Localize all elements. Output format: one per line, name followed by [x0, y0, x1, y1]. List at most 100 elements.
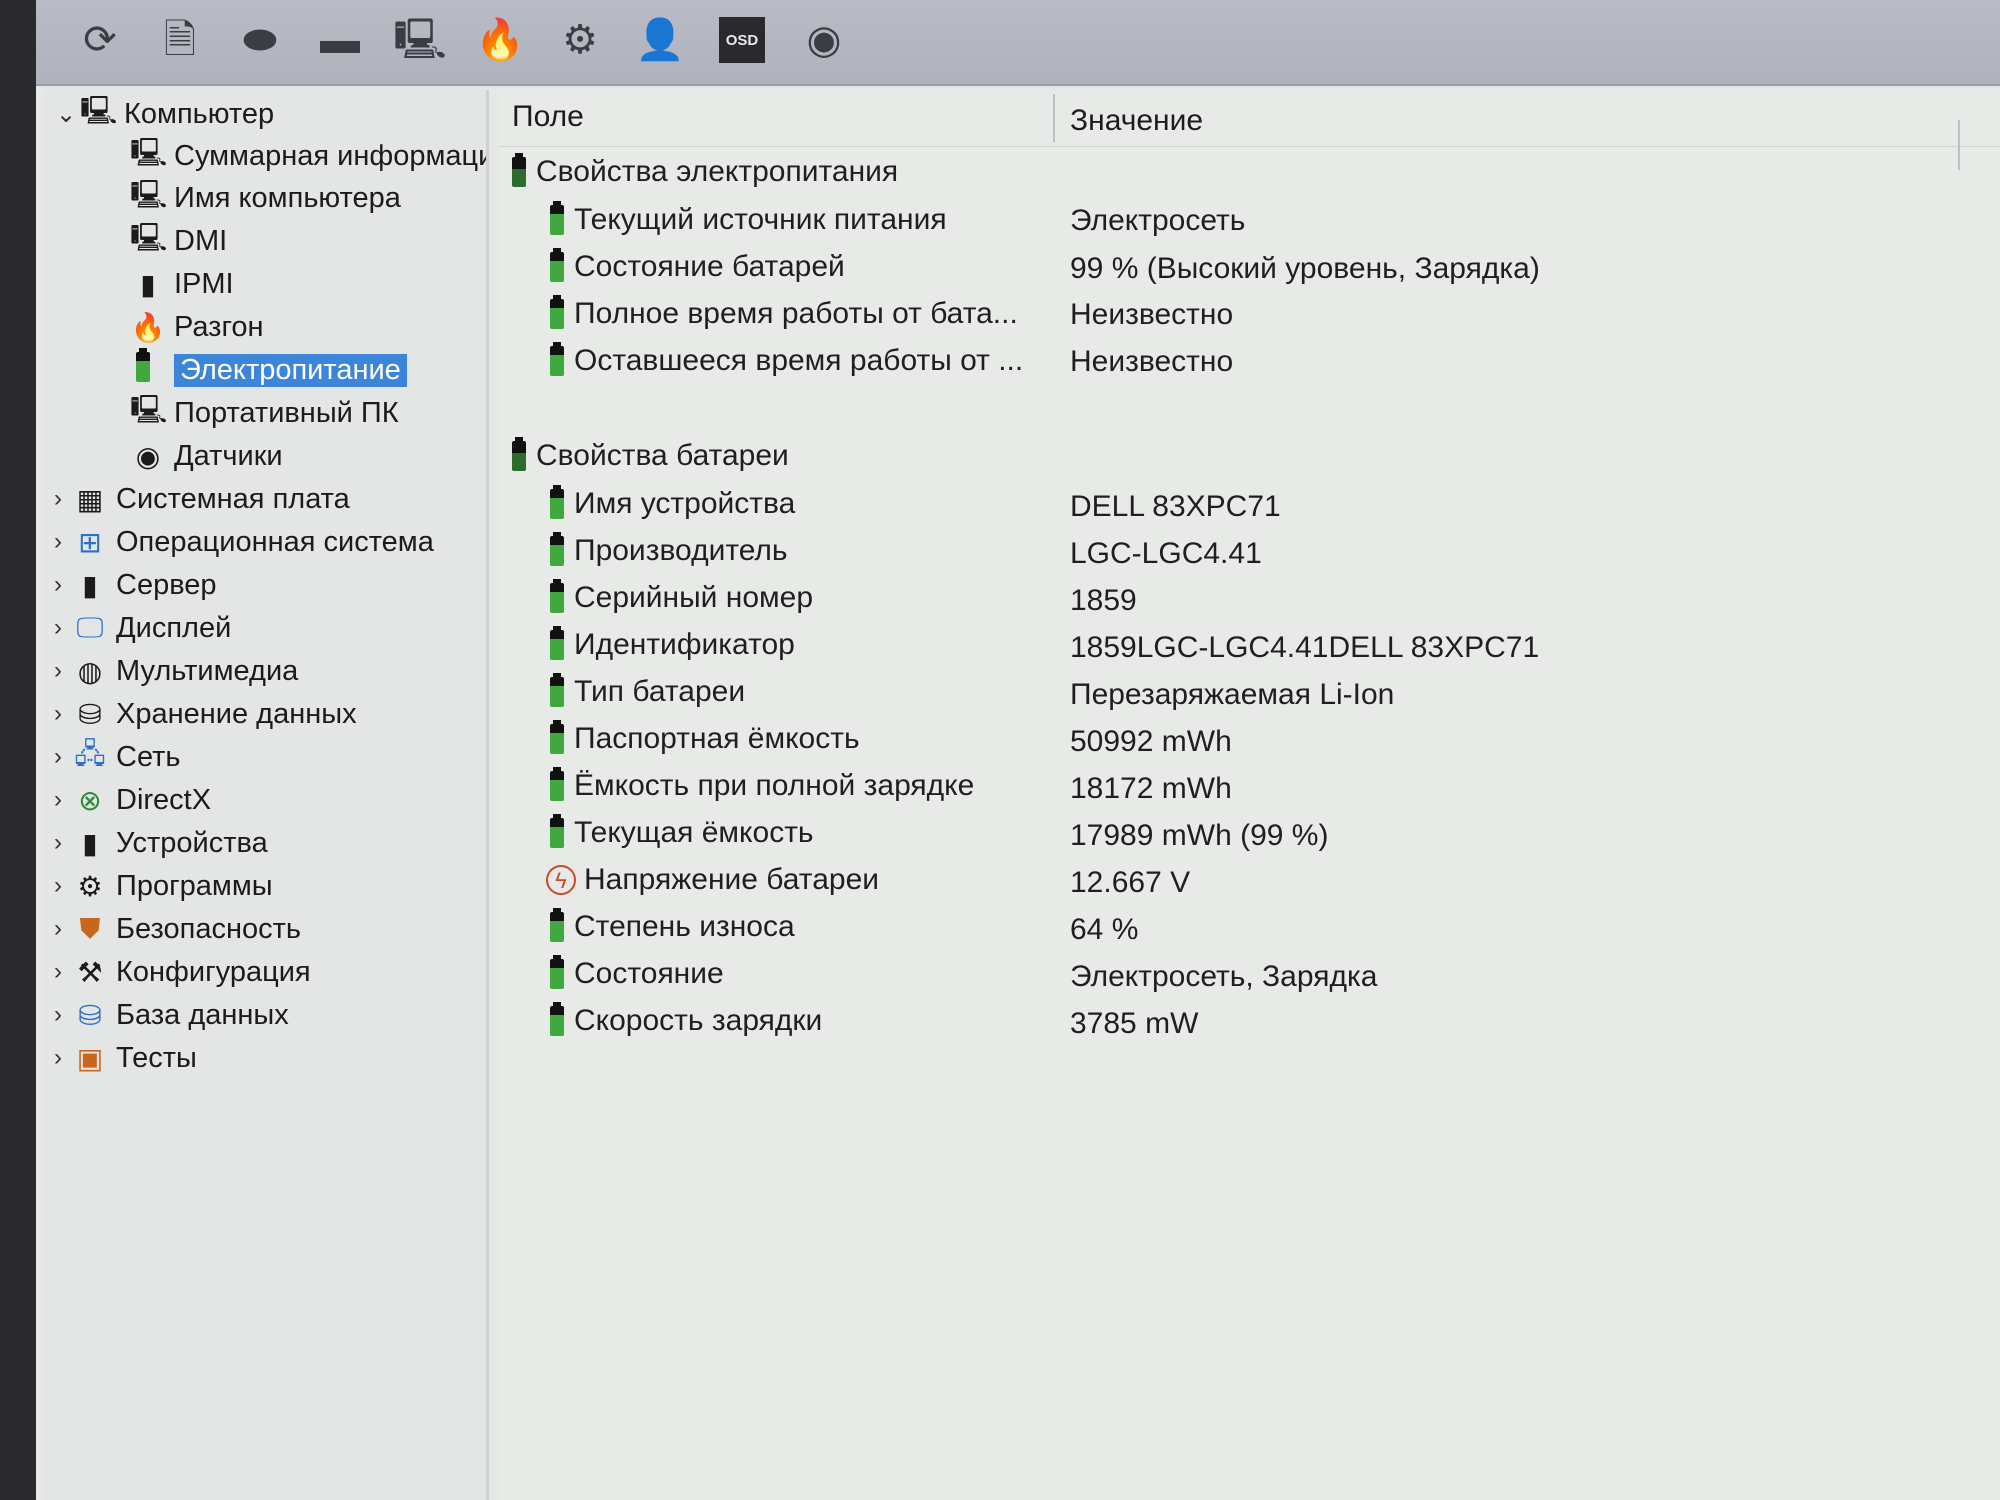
- chevron-right-icon[interactable]: ›: [44, 571, 72, 599]
- computer-icon: 🖳: [130, 137, 168, 168]
- tree-item-sensors[interactable]: ◉ Датчики: [130, 436, 283, 476]
- list-item[interactable]: Имя устройства: [550, 484, 795, 524]
- list-item[interactable]: Паспортная ёмкость: [550, 719, 860, 759]
- chevron-right-icon[interactable]: ›: [44, 829, 72, 857]
- chevron-right-icon[interactable]: ›: [44, 958, 72, 986]
- field-value: Неизвестно: [1070, 345, 1234, 378]
- tree-item-power[interactable]: Электропитание: [130, 347, 407, 390]
- field-value: Электросеть, Зарядка: [1070, 960, 1378, 993]
- column-divider[interactable]: [1958, 120, 1960, 170]
- tree-item-overclock[interactable]: 🔥 Разгон: [130, 307, 264, 347]
- osd-icon: OSD: [719, 17, 765, 63]
- tree-item-computer-name[interactable]: 🖳 Имя компьютера: [130, 178, 401, 218]
- tree-item-label: Безопасность: [116, 912, 301, 945]
- report-icon[interactable]: 🗎: [154, 14, 206, 66]
- tree-item-dmi[interactable]: 🖳 DMI: [130, 221, 227, 261]
- tree-item-directx[interactable]: › ⊗ DirectX: [44, 780, 211, 820]
- motherboard-icon: ▦: [76, 483, 104, 515]
- tree-item-display[interactable]: › 🖵 Дисплей: [44, 608, 231, 648]
- benchmark-icon: ▣: [76, 1042, 104, 1074]
- battery-icon: [550, 1002, 564, 1036]
- tree-item-multimedia[interactable]: › ◍ Мультимедиа: [44, 651, 298, 691]
- list-item[interactable]: Ёмкость при полной зарядке: [550, 766, 974, 806]
- list-item[interactable]: Полное время работы от бата...: [550, 294, 1018, 334]
- tools-icon[interactable]: ⚙: [554, 14, 606, 66]
- field-value: 64 %: [1070, 913, 1139, 946]
- chevron-right-icon[interactable]: ›: [44, 915, 72, 943]
- list-item[interactable]: Производитель: [550, 531, 788, 571]
- tree-item-programs[interactable]: › ⚙ Программы: [44, 866, 273, 906]
- list-item[interactable]: Скорость зарядки: [550, 1001, 822, 1041]
- chevron-down-icon[interactable]: ⌄: [52, 100, 80, 129]
- field-value: 12.667 V: [1070, 866, 1191, 899]
- column-divider[interactable]: [1053, 94, 1055, 142]
- list-item[interactable]: Текущий источник питания: [550, 200, 947, 240]
- list-item[interactable]: Текущая ёмкость: [550, 813, 814, 853]
- section-battery-properties[interactable]: Свойства батареи: [512, 436, 789, 476]
- tree-item-database[interactable]: › ⛁ База данных: [44, 995, 289, 1035]
- tree-item-summary[interactable]: 🖳 Суммарная информация: [130, 136, 489, 176]
- list-item[interactable]: Состояние: [550, 954, 724, 994]
- field-label: Идентификатор: [574, 628, 795, 661]
- storage-icon: ⛁: [78, 698, 102, 730]
- tree-item-label: Тесты: [116, 1041, 197, 1074]
- list-item[interactable]: Состояние батарей: [550, 247, 845, 287]
- tree-item-label: Сервер: [116, 568, 217, 601]
- section-power-properties[interactable]: Свойства электропитания: [512, 152, 898, 192]
- tree-item-ipmi[interactable]: ▮ IPMI: [130, 264, 233, 304]
- chevron-right-icon[interactable]: ›: [44, 1044, 72, 1072]
- osd-button[interactable]: OSD: [716, 14, 768, 66]
- tree-item-security[interactable]: › ⛊ Безопасность: [44, 909, 301, 949]
- flame-icon[interactable]: 🔥: [474, 14, 526, 66]
- list-item[interactable]: Тип батареи: [550, 672, 745, 712]
- tree-item-network[interactable]: › 🖧 Сеть: [44, 737, 181, 777]
- battery-icon: [550, 767, 564, 801]
- chevron-right-icon[interactable]: ›: [44, 872, 72, 900]
- field-label: Тип батареи: [574, 675, 746, 708]
- computer-icon: 🖳: [80, 95, 118, 126]
- list-item[interactable]: Степень износа: [550, 907, 795, 947]
- tree-item-configuration[interactable]: › ⚒ Конфигурация: [44, 952, 311, 992]
- list-item[interactable]: Идентификатор: [550, 625, 795, 665]
- details-panel: Поле Значение Свойства электропитания Те…: [498, 90, 2000, 1500]
- chevron-right-icon[interactable]: ›: [44, 1001, 72, 1029]
- chevron-right-icon[interactable]: ›: [44, 485, 72, 513]
- chevron-right-icon[interactable]: ›: [44, 614, 72, 642]
- chevron-right-icon[interactable]: ›: [44, 528, 72, 556]
- tree-item-motherboard[interactable]: › ▦ Системная плата: [44, 479, 350, 519]
- sensor-icon: ◉: [135, 440, 161, 472]
- server-icon: ▮: [140, 268, 156, 300]
- tree-item-tests[interactable]: › ▣ Тесты: [44, 1038, 197, 1078]
- battery-icon: [550, 720, 564, 754]
- tree-item-os[interactable]: › ⊞ Операционная система: [44, 522, 434, 562]
- battery-icon: [512, 153, 526, 187]
- sensor-icon[interactable]: ◉: [798, 14, 850, 66]
- tree-item-devices[interactable]: › ▮ Устройства: [44, 823, 268, 863]
- tree-item-label: Программы: [116, 869, 273, 902]
- user-icon[interactable]: 👤: [634, 14, 686, 66]
- tree-item-storage[interactable]: › ⛁ Хранение данных: [44, 694, 357, 734]
- drive-icon[interactable]: ⬬: [234, 14, 286, 66]
- navigation-tree: ⌄ 🖳 Компьютер 🖳 Суммарная информация 🖳 И…: [44, 90, 489, 1500]
- list-item[interactable]: ϟ Напряжение батареи: [546, 860, 879, 900]
- chevron-right-icon[interactable]: ›: [44, 743, 72, 771]
- refresh-icon[interactable]: ⟳: [74, 14, 126, 66]
- tree-item-computer[interactable]: ⌄ 🖳 Компьютер: [52, 94, 274, 134]
- computer-icon[interactable]: 🖳: [393, 14, 446, 66]
- column-header-value[interactable]: Значение: [1070, 104, 1203, 138]
- column-header-field[interactable]: Поле: [512, 100, 584, 134]
- chevron-right-icon[interactable]: ›: [44, 657, 72, 685]
- monitor-icon[interactable]: ▬: [314, 14, 366, 66]
- chevron-right-icon[interactable]: ›: [44, 700, 72, 728]
- field-label: Состояние батарей: [574, 250, 845, 283]
- chevron-right-icon[interactable]: ›: [44, 786, 72, 814]
- battery-icon: [550, 248, 564, 282]
- tree-item-portable-pc[interactable]: 🖳 Портативный ПК: [130, 393, 399, 433]
- tree-item-server[interactable]: › ▮ Сервер: [44, 565, 217, 605]
- field-label: Степень износа: [574, 910, 795, 943]
- list-item[interactable]: Оставшееся время работы от ...: [550, 341, 1023, 381]
- field-value: DELL 83XPC71: [1070, 490, 1281, 523]
- field-value: Перезаряжаемая Li-Ion: [1070, 678, 1395, 711]
- tree-item-label: Суммарная информация: [174, 139, 489, 172]
- list-item[interactable]: Серийный номер: [550, 578, 813, 618]
